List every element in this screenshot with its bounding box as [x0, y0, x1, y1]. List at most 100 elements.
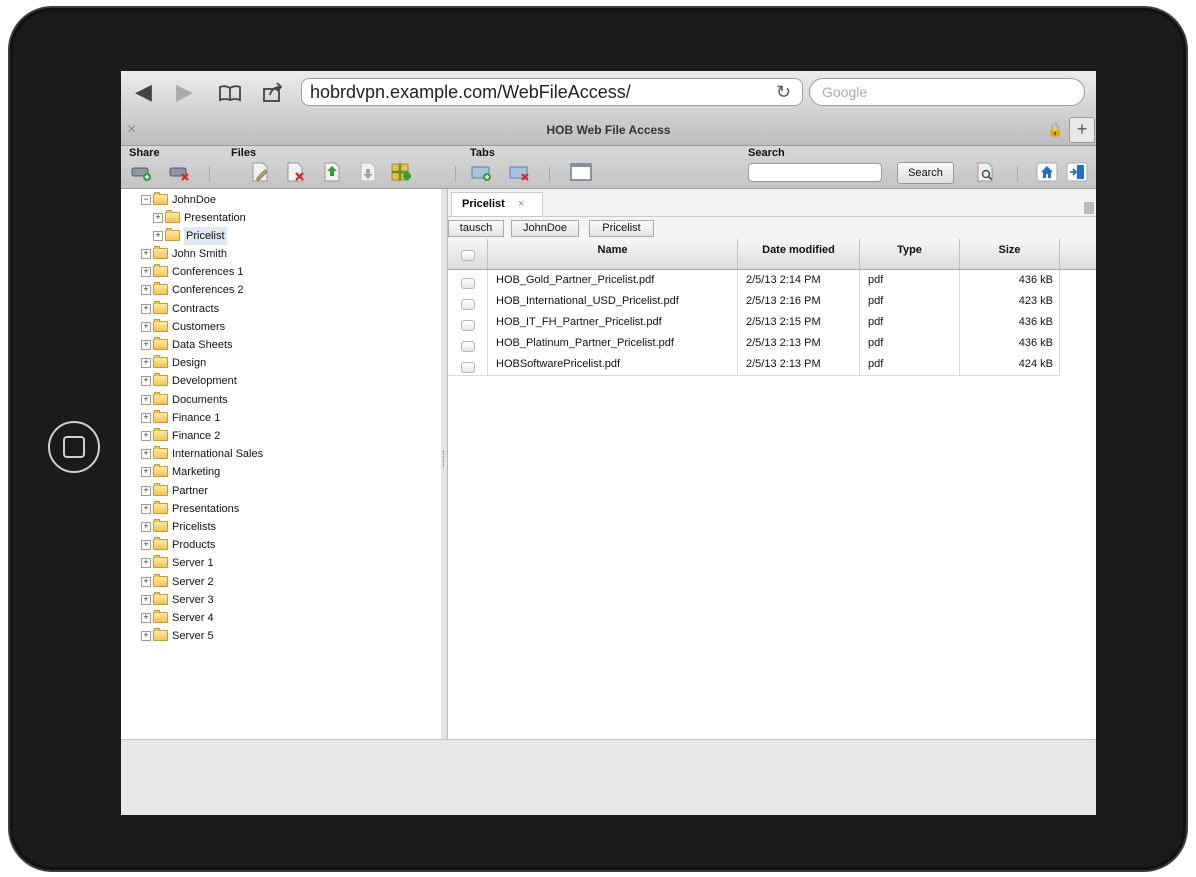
row-select-cell — [448, 354, 488, 375]
column-date-modified[interactable]: Date modified — [738, 239, 860, 269]
expand-toggle-icon[interactable]: + — [141, 321, 151, 332]
upload-file-icon[interactable] — [321, 162, 343, 182]
expand-toggle-icon[interactable]: + — [141, 358, 151, 369]
back-arrow-icon[interactable]: ◀ — [135, 80, 152, 104]
tree-node-label: Server 1 — [172, 557, 214, 570]
file-name[interactable]: HOB_International_USD_Pricelist.pdf — [488, 291, 738, 312]
home-icon[interactable] — [1036, 162, 1058, 182]
breadcrumb-item[interactable]: tausch — [448, 220, 504, 237]
file-size: 423 kB — [960, 291, 1060, 312]
file-type: pdf — [860, 291, 960, 312]
table-row[interactable]: HOBSoftwarePricelist.pdf 2/5/13 2:13 PM pd… — [448, 354, 1060, 376]
search-input[interactable] — [748, 163, 882, 182]
pane-splitter[interactable] — [441, 189, 448, 739]
share-group-label: Share — [129, 147, 160, 159]
select-all-checkbox[interactable] — [461, 250, 475, 261]
tree-node-label: Development — [172, 375, 237, 388]
home-button[interactable] — [48, 421, 100, 473]
download-file-icon[interactable] — [357, 162, 379, 182]
tree-node-label: Products — [172, 539, 216, 552]
bookmarks-icon[interactable] — [218, 84, 242, 102]
file-name[interactable]: HOBSoftwarePricelist.pdf — [488, 354, 738, 375]
expand-toggle-icon[interactable]: + — [141, 285, 151, 296]
expand-toggle-icon[interactable]: + — [141, 449, 151, 460]
expand-toggle-icon[interactable]: + — [141, 594, 151, 605]
expand-toggle-icon[interactable]: + — [141, 467, 151, 478]
table-row[interactable]: HOB_Platinum_Partner_Pricelist.pdf 2/5/13… — [448, 333, 1060, 355]
table-row[interactable]: HOB_Gold_Partner_Pricelist.pdf 2/5/13 2:1… — [448, 270, 1060, 292]
column-type[interactable]: Type — [860, 239, 960, 269]
browser-search-field[interactable]: Google — [809, 78, 1085, 106]
expand-toggle-icon[interactable]: + — [141, 576, 151, 587]
expand-toggle-icon[interactable]: + — [153, 213, 163, 223]
row-checkbox[interactable] — [461, 299, 475, 310]
expand-toggle-icon[interactable]: + — [141, 613, 151, 623]
reload-icon[interactable]: ↻ — [776, 78, 791, 106]
folder-icon — [153, 409, 168, 423]
new-tab-button[interactable]: + — [1069, 117, 1095, 143]
expand-toggle-icon[interactable]: + — [141, 267, 151, 278]
tree-node-label: Presentations — [172, 502, 240, 515]
window-icon[interactable] — [570, 162, 592, 182]
folder-icon — [153, 318, 168, 332]
expand-toggle-icon[interactable]: + — [141, 522, 151, 532]
expand-toggle-icon[interactable]: + — [141, 340, 151, 350]
tree-node-label: Data Sheets — [172, 339, 233, 351]
add-share-icon[interactable] — [131, 162, 153, 182]
close-icon[interactable]: × — [518, 193, 524, 215]
search-document-icon[interactable] — [974, 162, 996, 182]
table-row[interactable]: HOB_International_USD_Pricelist.pdf 2/5/1… — [448, 291, 1060, 313]
folder-icon — [153, 555, 168, 569]
splitter-grip[interactable] — [443, 451, 446, 467]
expand-toggle-icon[interactable]: + — [141, 540, 151, 551]
file-date-modified: 2/5/13 2:15 PM — [738, 312, 860, 333]
files-group-label: Files — [231, 147, 257, 159]
tab-menu-icon[interactable] — [1084, 202, 1094, 214]
row-checkbox[interactable] — [461, 341, 475, 352]
status-bar — [121, 739, 1096, 815]
remove-share-icon[interactable] — [169, 162, 191, 182]
toolbar-separator — [549, 166, 550, 182]
new-tab-folder-icon[interactable] — [471, 162, 493, 182]
expand-toggle-icon[interactable]: + — [141, 431, 151, 441]
collapse-toggle-icon[interactable]: − — [141, 195, 151, 205]
browser-tab-strip: × HOB Web File Access 🔒 + — [121, 115, 1096, 146]
expand-toggle-icon[interactable]: + — [141, 394, 151, 405]
folder-icon — [153, 337, 168, 350]
expand-toggle-icon[interactable]: + — [141, 485, 151, 496]
expand-toggle-icon[interactable]: + — [141, 631, 151, 642]
share-icon[interactable] — [262, 81, 284, 103]
logout-icon[interactable] — [1066, 162, 1088, 182]
edit-file-icon[interactable] — [249, 162, 271, 182]
breadcrumb-item[interactable]: JohnDoe — [511, 220, 579, 237]
delete-file-icon[interactable] — [285, 162, 307, 182]
expand-toggle-icon[interactable]: + — [141, 249, 151, 259]
folder-icon — [153, 300, 168, 314]
file-date-modified: 2/5/13 2:13 PM — [738, 354, 860, 375]
expand-toggle-icon[interactable]: + — [141, 303, 151, 314]
forward-arrow-icon[interactable]: ▶ — [176, 80, 193, 104]
file-name[interactable]: HOB_Platinum_Partner_Pricelist.pdf — [488, 333, 738, 354]
expand-toggle-icon[interactable]: + — [153, 231, 163, 241]
table-row[interactable]: HOB_IT_FH_Partner_Pricelist.pdf 2/5/13 2:… — [448, 312, 1060, 334]
row-checkbox[interactable] — [461, 362, 475, 373]
search-button[interactable]: Search — [897, 162, 954, 184]
tree-node-label: Server 5 — [172, 630, 214, 643]
expand-toggle-icon[interactable]: + — [141, 412, 151, 423]
row-checkbox[interactable] — [461, 320, 475, 331]
expand-toggle-icon[interactable]: + — [141, 558, 151, 569]
archive-file-icon[interactable] — [390, 162, 412, 182]
breadcrumb-item[interactable]: Pricelist — [589, 220, 654, 237]
column-name[interactable]: Name — [488, 239, 738, 269]
url-field[interactable]: hobrdvpn.example.com/WebFileAccess/ — [301, 78, 803, 106]
tree-node-label: International Sales — [172, 448, 264, 461]
expand-toggle-icon[interactable]: + — [141, 376, 151, 387]
tab-pricelist[interactable]: Pricelist × — [451, 192, 543, 216]
close-tab-folder-icon[interactable] — [509, 162, 531, 182]
tree-node-label: Presentation — [184, 212, 246, 224]
file-name[interactable]: HOB_IT_FH_Partner_Pricelist.pdf — [488, 312, 738, 333]
row-checkbox[interactable] — [461, 278, 475, 289]
file-name[interactable]: HOB_Gold_Partner_Pricelist.pdf — [488, 270, 738, 291]
column-size[interactable]: Size — [960, 239, 1060, 269]
expand-toggle-icon[interactable]: + — [141, 503, 151, 514]
